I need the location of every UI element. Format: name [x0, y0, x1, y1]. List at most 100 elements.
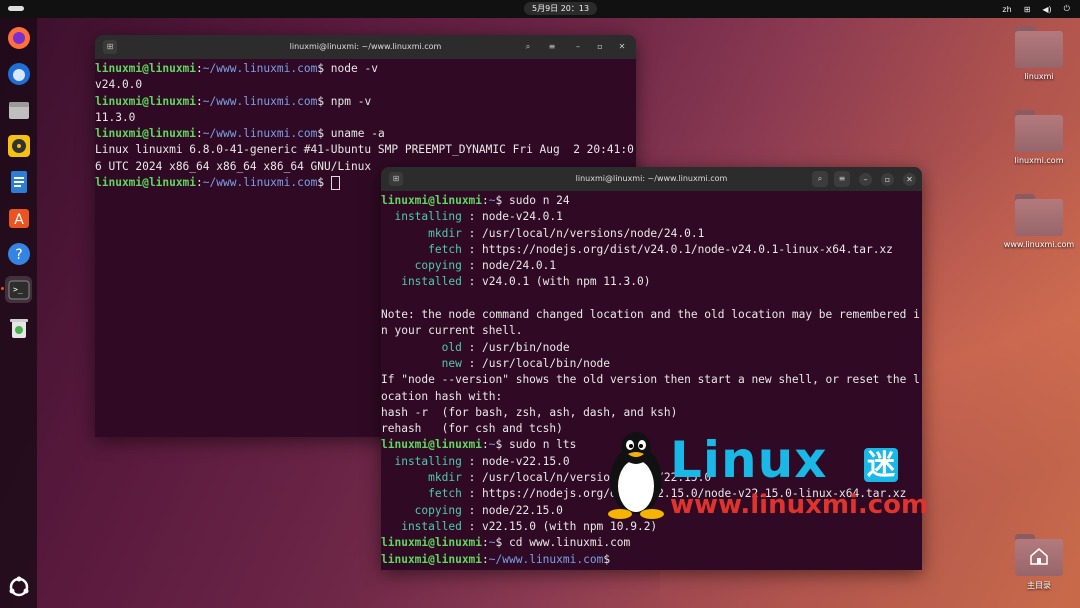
folder-icon [1015, 26, 1063, 68]
prompt-symbol: $ [603, 552, 617, 566]
maximize-icon[interactable]: ▫ [881, 173, 894, 186]
prompt-user: linuxmi@linuxmi [381, 552, 483, 566]
terminal-line: old : /usr/bin/node [381, 340, 922, 356]
output-text: Linux linuxmi 6.8.0-41-generic #41-Ubunt… [95, 143, 634, 157]
log-value: node/24.0.1 [482, 259, 557, 273]
log-key: fetch [381, 487, 462, 501]
search-icon[interactable]: ⌕ [812, 171, 828, 187]
volume-icon[interactable]: ◀) [1042, 5, 1051, 14]
terminal-line: ocation hash with: [381, 389, 922, 405]
files-icon[interactable] [5, 96, 32, 123]
output-text: n your current shell. [381, 324, 523, 338]
svg-text:?: ? [15, 247, 22, 263]
prompt-separator: : [196, 94, 203, 108]
desktop-folder[interactable]: www.linuxmi.com [999, 194, 1079, 249]
prompt-user: linuxmi@linuxmi [381, 536, 483, 550]
writer-icon[interactable] [5, 168, 32, 195]
minimize-icon[interactable]: – [570, 39, 586, 55]
log-key: new [381, 356, 462, 370]
log-key: fetch [381, 242, 462, 256]
terminal-line: fetch : https://nodejs.org/dist/v24.0.1/… [381, 242, 922, 258]
prompt-path: ~/www.linuxmi.com [202, 127, 318, 141]
command-text: cd www.linuxmi.com [509, 536, 631, 550]
command-text: npm -v [330, 94, 372, 108]
menu-icon[interactable]: ≡ [834, 171, 850, 187]
help-icon[interactable]: ? [5, 240, 32, 267]
log-key: mkdir [381, 471, 462, 485]
input-language[interactable]: zh [1002, 5, 1011, 14]
log-separator: : [461, 275, 483, 289]
desktop-home-folder[interactable]: 主目录 [999, 534, 1079, 591]
prompt-symbol: $ [317, 176, 331, 190]
output-text: If "node --version" shows the old versio… [381, 373, 920, 387]
log-separator: : [461, 210, 483, 224]
prompt-path: ~ [488, 438, 496, 452]
app-center-icon[interactable]: A [5, 204, 32, 231]
power-icon[interactable]: ⏻ [1064, 4, 1070, 14]
trash-icon[interactable] [5, 314, 32, 341]
prompt-separator: : [482, 552, 489, 566]
activities-indicator[interactable] [8, 6, 24, 11]
clock[interactable]: 5月9日 20：13 [524, 2, 598, 15]
linuxmi-watermark: Linux 迷 www.linuxmi.com [600, 428, 928, 528]
command-text: node -v [330, 62, 378, 75]
tux-penguin-icon [608, 432, 664, 519]
search-icon[interactable]: ⌕ [520, 39, 536, 55]
show-apps-icon[interactable] [5, 573, 32, 600]
desktop-folder[interactable]: linuxmi.com [999, 110, 1079, 165]
output-text: rehash (for csh and tcsh) [381, 422, 563, 436]
terminal-icon[interactable]: >_ [5, 276, 32, 303]
new-tab-icon[interactable]: ⊞ [389, 172, 403, 186]
log-separator: : [461, 471, 483, 485]
terminal-line: If "node --version" shows the old versio… [381, 372, 922, 388]
log-key: installing [381, 454, 462, 468]
running-indicator [1, 287, 4, 290]
dock: A ? >_ [0, 18, 37, 608]
prompt-separator: : [196, 62, 203, 75]
system-tray[interactable]: zh ⊞ ◀) ⏻ [1002, 0, 1070, 18]
window-title: linuxmi@linuxmi: ~/www.linuxmi.com [289, 42, 442, 51]
menu-icon[interactable]: ≡ [544, 39, 560, 55]
prompt-user: linuxmi@linuxmi [381, 438, 483, 452]
maximize-icon[interactable]: ▫ [592, 39, 608, 55]
close-icon[interactable]: ✕ [614, 39, 630, 55]
log-separator: : [461, 340, 483, 354]
log-separator: : [461, 519, 483, 533]
terminal-line: linuxmi@linuxmi:~/www.linuxmi.com$ node … [95, 61, 636, 77]
log-separator: : [461, 454, 483, 468]
command-text: sudo n 24 [509, 194, 570, 207]
rhythmbox-icon[interactable] [5, 132, 32, 159]
terminal-line: new : /usr/local/bin/node [381, 356, 922, 372]
network-icon[interactable]: ⊞ [1024, 5, 1031, 14]
log-value: node-v24.0.1 [482, 210, 563, 224]
prompt-symbol: $ [317, 94, 331, 108]
log-separator: : [461, 487, 483, 501]
top-bar: 5月9日 20：13 zh ⊞ ◀) ⏻ [0, 0, 1080, 18]
new-tab-icon[interactable]: ⊞ [103, 40, 117, 54]
command-text: uname -a [330, 127, 385, 141]
minimize-icon[interactable]: – [859, 173, 872, 186]
log-separator: : [461, 259, 483, 273]
output-text: hash -r (for bash, zsh, ash, dash, and k… [381, 405, 678, 419]
log-value: node-v22.15.0 [482, 454, 570, 468]
log-value: https://nodejs.org/dist/v24.0.1/node-v24… [482, 242, 893, 256]
terminal-line: mkdir : /usr/local/n/versions/node/24.0.… [381, 226, 922, 242]
log-key: installed [381, 275, 462, 289]
home-folder-icon [1015, 534, 1063, 576]
firefox-icon[interactable] [5, 24, 32, 51]
close-icon[interactable]: ✕ [903, 173, 916, 186]
folder-icon [1015, 194, 1063, 236]
thunderbird-icon[interactable] [5, 60, 32, 87]
log-value: /usr/bin/node [482, 340, 570, 354]
title-bar[interactable]: ⊞ linuxmi@linuxmi: ~/www.linuxmi.com ⌕ ≡… [381, 167, 922, 191]
prompt-separator: : [482, 194, 489, 207]
prompt-symbol: $ [495, 536, 510, 550]
title-bar[interactable]: ⊞ linuxmi@linuxmi: ~/www.linuxmi.com ⌕ ≡… [95, 35, 636, 59]
prompt-path: ~/www.linuxmi.com [202, 94, 318, 108]
log-value: /usr/local/n/versions/node/24.0.1 [482, 226, 705, 240]
prompt-separator: : [196, 176, 203, 190]
desktop-folder[interactable]: linuxmi [999, 26, 1079, 81]
terminal-line: linuxmi@linuxmi:~/www.linuxmi.com$ uname… [95, 126, 636, 142]
svg-text:>_: >_ [13, 285, 23, 294]
